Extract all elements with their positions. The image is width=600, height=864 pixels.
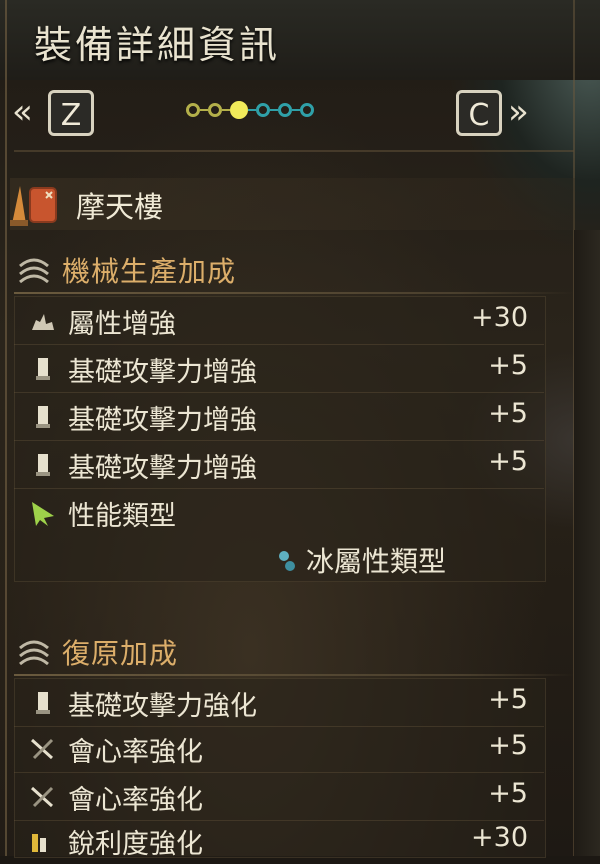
affinity-cross-icon (30, 738, 54, 760)
attack-blade-icon (36, 692, 50, 714)
augment-swirl-icon (19, 258, 49, 284)
row-label: 會心率強化 (68, 785, 203, 816)
page-dot (278, 103, 292, 117)
list-item: 屬性增強 +30 (14, 298, 544, 344)
list-item: 性能類型 (14, 490, 544, 536)
list-item: 會心率強化 +5 (14, 726, 544, 772)
next-chevron-icon: » (508, 92, 529, 132)
row-label: 屬性增強 (68, 309, 176, 340)
page-title: 裝備詳細資訊 (34, 23, 281, 67)
right-decoration (574, 230, 600, 856)
divider (14, 488, 544, 489)
element-flame-icon (32, 314, 54, 330)
panel-border-left (5, 0, 7, 856)
row-value: +5 (488, 684, 528, 715)
row-label: 會心率強化 (68, 737, 203, 768)
row-value: +5 (488, 350, 528, 381)
prev-chevron-icon: « (12, 92, 33, 132)
list-item: 銳利度強化 +30 (14, 818, 544, 864)
section-underline (14, 674, 574, 676)
row-label: 基礎攻擊力增強 (68, 405, 257, 436)
row-label: 性能類型 (68, 501, 176, 532)
list-item: 會心率強化 +5 (14, 774, 544, 820)
ice-element-icon (279, 551, 295, 571)
lance-weapon-icon (10, 186, 57, 226)
page-dot (300, 103, 314, 117)
list-item: 基礎攻擊力增強 +5 (14, 394, 544, 440)
row-value: +5 (488, 778, 528, 809)
page-dot (208, 103, 222, 117)
list-item: 基礎攻擊力增強 +5 (14, 346, 544, 392)
divider (14, 392, 544, 393)
next-page-key[interactable]: C (456, 90, 502, 136)
performance-arrow-icon (32, 502, 54, 526)
row-value: +5 (488, 398, 528, 429)
attack-blade-icon (36, 358, 50, 380)
header-divider (14, 150, 574, 152)
divider (14, 772, 544, 773)
row-label: 基礎攻擊力增強 (68, 453, 257, 484)
row-label: 基礎攻擊力強化 (68, 691, 257, 722)
row-value: +30 (471, 302, 528, 333)
page-indicator (186, 101, 314, 119)
row-label: 銳利度強化 (68, 829, 203, 860)
sharpness-bar-icon (32, 834, 46, 852)
section-title-machine-bonus: 機械生產加成 (62, 255, 237, 288)
prev-page-key[interactable]: Z (48, 90, 94, 136)
row-value: +30 (471, 822, 528, 853)
affinity-cross-icon (30, 786, 54, 808)
row-label: 基礎攻擊力增強 (68, 357, 257, 388)
row-value: +5 (488, 446, 528, 477)
performance-type-value: 冰屬性類型 (306, 545, 447, 578)
list-item: 基礎攻擊力強化 +5 (14, 680, 544, 726)
page-dot (256, 103, 270, 117)
divider (14, 440, 544, 441)
page-dot-active (230, 101, 248, 119)
weapon-name: 摩天樓 (76, 190, 164, 224)
list-item: 基礎攻擊力增強 +5 (14, 442, 544, 488)
row-value: +5 (488, 730, 528, 761)
section-underline (14, 292, 574, 294)
attack-blade-icon (36, 454, 50, 476)
augment-swirl-icon (19, 640, 49, 666)
section-title-restore-bonus: 復原加成 (62, 637, 179, 670)
page-dot (186, 103, 200, 117)
attack-blade-icon (36, 406, 50, 428)
divider (14, 344, 544, 345)
